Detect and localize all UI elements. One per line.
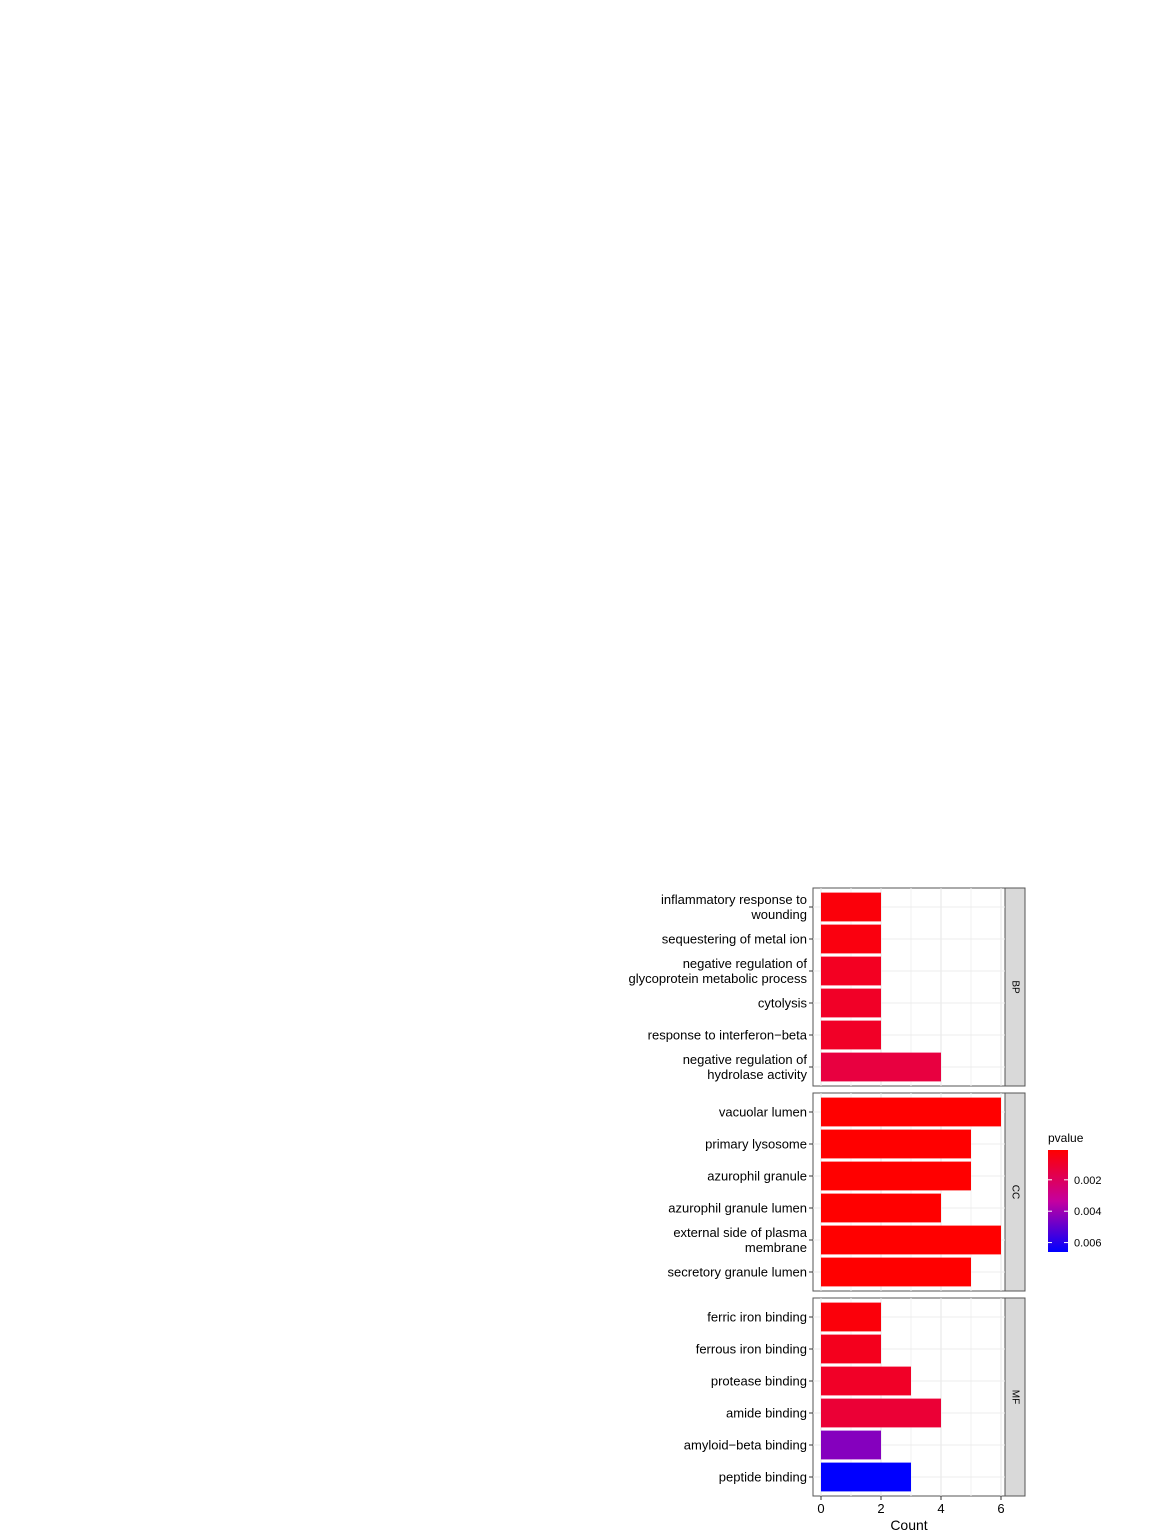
bar <box>821 1430 881 1460</box>
category-label-line: hydrolase activity <box>707 1067 807 1082</box>
category-label: vacuolar lumen <box>719 1105 807 1120</box>
category-label-line: negative regulation of <box>683 956 808 971</box>
facet-strip-label: CC <box>1009 1185 1020 1199</box>
category-label: primary lysosome <box>705 1137 807 1152</box>
bar <box>821 1097 1001 1127</box>
category-label: cytolysis <box>758 996 808 1011</box>
bar <box>821 1020 881 1050</box>
bar <box>821 1257 971 1287</box>
category-label: external side of plasmamembrane <box>673 1225 807 1255</box>
go-bar-chart: BP inflammatory response towounding seques… <box>629 887 1102 1533</box>
x-tick-label: 6 <box>997 1501 1004 1516</box>
category-label: sequestering of metal ion <box>662 932 807 947</box>
x-tick-label: 2 <box>877 1501 884 1516</box>
category-label: negative regulation ofhydrolase activity <box>683 1052 808 1082</box>
category-label: amyloid−beta binding <box>684 1438 807 1453</box>
bar <box>821 988 881 1018</box>
category-label: protease binding <box>711 1374 807 1389</box>
category-label: azurophil granule lumen <box>668 1201 807 1216</box>
category-label: azurophil granule <box>707 1169 807 1184</box>
bar <box>821 1366 911 1396</box>
category-label-line: azurophil granule lumen <box>668 1201 807 1216</box>
category-label-line: sequestering of metal ion <box>662 932 807 947</box>
category-label-line: amide binding <box>726 1406 807 1421</box>
pvalue-tick-label: 0.004 <box>1074 1206 1102 1218</box>
facet-mf: MF ferric iron binding ferrous iron bindin… <box>684 1297 1026 1497</box>
category-label-line: ferrous iron binding <box>696 1342 807 1357</box>
facet-cc: CC vacuolar lumen primary lysosome azurophi… <box>668 1092 1026 1292</box>
bar <box>821 1225 1001 1255</box>
category-label: ferric iron binding <box>707 1310 807 1325</box>
category-label-line: inflammatory response to <box>661 892 807 907</box>
category-label-line: peptide binding <box>719 1470 807 1485</box>
category-label-line: vacuolar lumen <box>719 1105 807 1120</box>
category-label: ferrous iron binding <box>696 1342 807 1357</box>
category-label: peptide binding <box>719 1470 807 1485</box>
category-label: amide binding <box>726 1406 807 1421</box>
facet-strip-label: BP <box>1009 980 1020 994</box>
category-label-line: ferric iron binding <box>707 1310 807 1325</box>
pvalue-colorbar <box>1048 1150 1068 1252</box>
bar <box>821 1398 941 1428</box>
category-label: inflammatory response towounding <box>661 892 807 922</box>
x-tick-label: 4 <box>937 1501 944 1516</box>
bar <box>821 1302 881 1332</box>
pvalue-legend-title: pvalue <box>1048 1131 1084 1145</box>
x-tick-label: 0 <box>817 1501 824 1516</box>
bar <box>821 1193 941 1223</box>
bar <box>821 956 881 986</box>
facet-bp: BP inflammatory response towounding seques… <box>629 887 1026 1087</box>
category-label-line: cytolysis <box>758 996 808 1011</box>
category-label-line: primary lysosome <box>705 1137 807 1152</box>
category-label-line: secretory granule lumen <box>668 1265 807 1280</box>
bar <box>821 1334 881 1364</box>
category-label-line: external side of plasma <box>673 1225 807 1240</box>
category-label-line: protease binding <box>711 1374 807 1389</box>
category-label: response to interferon−beta <box>648 1028 808 1043</box>
category-label-line: glycoprotein metabolic process <box>629 971 808 986</box>
category-label-line: negative regulation of <box>683 1052 808 1067</box>
bar <box>821 892 881 922</box>
bar <box>821 1161 971 1191</box>
category-label: secretory granule lumen <box>668 1265 807 1280</box>
bar <box>821 924 881 954</box>
x-axis-label: Count <box>890 1517 927 1533</box>
category-label-line: response to interferon−beta <box>648 1028 808 1043</box>
category-label: negative regulation ofglycoprotein metab… <box>629 956 808 986</box>
category-label-line: wounding <box>750 907 807 922</box>
category-label-line: membrane <box>745 1240 807 1255</box>
category-label-line: azurophil granule <box>707 1169 807 1184</box>
figure-canvas: BP inflammatory response towounding seques… <box>629 887 1102 1533</box>
bar <box>821 1462 911 1492</box>
category-label-line: amyloid−beta binding <box>684 1438 807 1453</box>
pvalue-tick-label: 0.002 <box>1074 1175 1102 1187</box>
bar <box>821 1052 941 1082</box>
facet-strip-label: MF <box>1009 1390 1020 1404</box>
pvalue-tick-label: 0.006 <box>1074 1238 1102 1250</box>
bar <box>821 1129 971 1159</box>
